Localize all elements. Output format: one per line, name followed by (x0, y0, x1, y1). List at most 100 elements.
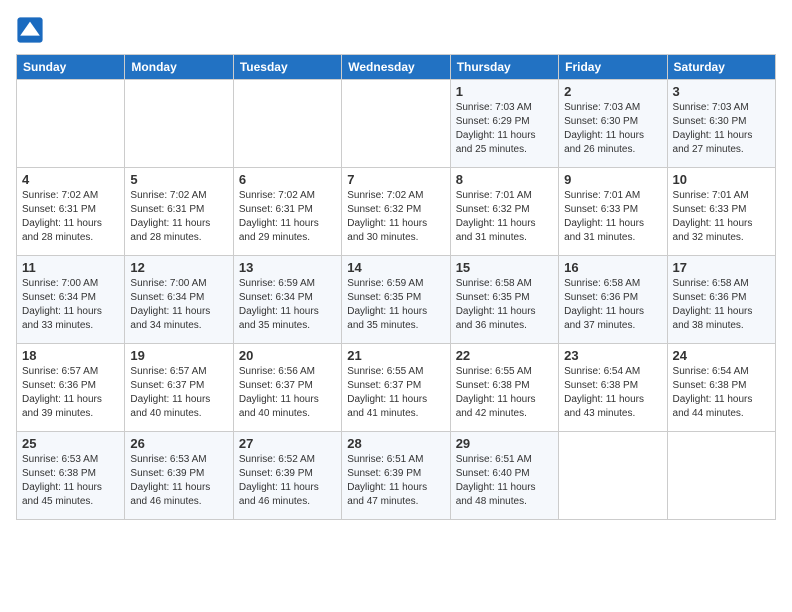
day-header-wednesday: Wednesday (342, 55, 450, 80)
day-number: 22 (456, 348, 553, 363)
day-number: 10 (673, 172, 770, 187)
calendar-cell: 11 Sunrise: 7:00 AM Sunset: 6:34 PM Dayli… (17, 256, 125, 344)
cell-info: Sunrise: 7:03 AM Sunset: 6:29 PM Dayligh… (456, 101, 553, 157)
day-number: 4 (22, 172, 119, 187)
cell-info: Sunrise: 6:58 AM Sunset: 6:36 PM Dayligh… (564, 277, 661, 333)
cell-info: Sunrise: 6:53 AM Sunset: 6:38 PM Dayligh… (22, 453, 119, 509)
day-number: 24 (673, 348, 770, 363)
cell-info: Sunrise: 7:02 AM Sunset: 6:31 PM Dayligh… (22, 189, 119, 245)
day-number: 9 (564, 172, 661, 187)
calendar-cell: 4 Sunrise: 7:02 AM Sunset: 6:31 PM Daylig… (17, 168, 125, 256)
calendar-cell (17, 80, 125, 168)
day-header-sunday: Sunday (17, 55, 125, 80)
calendar-cell: 8 Sunrise: 7:01 AM Sunset: 6:32 PM Daylig… (450, 168, 558, 256)
day-number: 12 (130, 260, 227, 275)
cell-info: Sunrise: 6:55 AM Sunset: 6:37 PM Dayligh… (347, 365, 444, 421)
cell-info: Sunrise: 6:59 AM Sunset: 6:34 PM Dayligh… (239, 277, 336, 333)
calendar-header-row: SundayMondayTuesdayWednesdayThursdayFrid… (17, 55, 776, 80)
day-number: 28 (347, 436, 444, 451)
cell-info: Sunrise: 6:58 AM Sunset: 6:35 PM Dayligh… (456, 277, 553, 333)
day-number: 5 (130, 172, 227, 187)
calendar-cell: 3 Sunrise: 7:03 AM Sunset: 6:30 PM Daylig… (667, 80, 775, 168)
day-number: 27 (239, 436, 336, 451)
day-number: 3 (673, 84, 770, 99)
cell-info: Sunrise: 6:51 AM Sunset: 6:40 PM Dayligh… (456, 453, 553, 509)
day-header-friday: Friday (559, 55, 667, 80)
logo (16, 16, 48, 44)
day-number: 23 (564, 348, 661, 363)
day-number: 26 (130, 436, 227, 451)
logo-icon (16, 16, 44, 44)
calendar-week-0: 1 Sunrise: 7:03 AM Sunset: 6:29 PM Daylig… (17, 80, 776, 168)
calendar-cell: 2 Sunrise: 7:03 AM Sunset: 6:30 PM Daylig… (559, 80, 667, 168)
cell-info: Sunrise: 7:02 AM Sunset: 6:32 PM Dayligh… (347, 189, 444, 245)
calendar-cell: 15 Sunrise: 6:58 AM Sunset: 6:35 PM Dayli… (450, 256, 558, 344)
cell-info: Sunrise: 6:58 AM Sunset: 6:36 PM Dayligh… (673, 277, 770, 333)
calendar-cell (667, 432, 775, 520)
calendar-cell: 27Sunrise: 6:52 AM Sunset: 6:39 PM Dayli… (233, 432, 341, 520)
cell-info: Sunrise: 7:00 AM Sunset: 6:34 PM Dayligh… (22, 277, 119, 333)
calendar-week-1: 4 Sunrise: 7:02 AM Sunset: 6:31 PM Daylig… (17, 168, 776, 256)
calendar-cell: 25Sunrise: 6:53 AM Sunset: 6:38 PM Dayli… (17, 432, 125, 520)
calendar-cell (125, 80, 233, 168)
day-number: 14 (347, 260, 444, 275)
calendar-cell: 20 Sunrise: 6:56 AM Sunset: 6:37 PM Dayli… (233, 344, 341, 432)
cell-info: Sunrise: 7:02 AM Sunset: 6:31 PM Dayligh… (130, 189, 227, 245)
calendar-week-2: 11 Sunrise: 7:00 AM Sunset: 6:34 PM Dayli… (17, 256, 776, 344)
calendar-cell: 29 Sunrise: 6:51 AM Sunset: 6:40 PM Dayli… (450, 432, 558, 520)
calendar-cell: 19Sunrise: 6:57 AM Sunset: 6:37 PM Dayli… (125, 344, 233, 432)
calendar-cell: 1 Sunrise: 7:03 AM Sunset: 6:29 PM Daylig… (450, 80, 558, 168)
calendar-cell: 21 Sunrise: 6:55 AM Sunset: 6:37 PM Dayli… (342, 344, 450, 432)
day-number: 18 (22, 348, 119, 363)
calendar-cell (233, 80, 341, 168)
calendar-cell: 16 Sunrise: 6:58 AM Sunset: 6:36 PM Dayli… (559, 256, 667, 344)
page-header (16, 16, 776, 44)
day-header-monday: Monday (125, 55, 233, 80)
calendar-cell: 17 Sunrise: 6:58 AM Sunset: 6:36 PM Dayli… (667, 256, 775, 344)
calendar-cell: 26 Sunrise: 6:53 AM Sunset: 6:39 PM Dayli… (125, 432, 233, 520)
cell-info: Sunrise: 6:55 AM Sunset: 6:38 PM Dayligh… (456, 365, 553, 421)
day-number: 2 (564, 84, 661, 99)
day-number: 13 (239, 260, 336, 275)
day-number: 20 (239, 348, 336, 363)
day-number: 16 (564, 260, 661, 275)
cell-info: Sunrise: 6:57 AM Sunset: 6:37 PM Dayligh… (130, 365, 227, 421)
day-number: 1 (456, 84, 553, 99)
calendar-cell: 24Sunrise: 6:54 AM Sunset: 6:38 PM Dayli… (667, 344, 775, 432)
cell-info: Sunrise: 6:56 AM Sunset: 6:37 PM Dayligh… (239, 365, 336, 421)
day-number: 6 (239, 172, 336, 187)
calendar-cell: 12Sunrise: 7:00 AM Sunset: 6:34 PM Dayli… (125, 256, 233, 344)
calendar-body: 1 Sunrise: 7:03 AM Sunset: 6:29 PM Daylig… (17, 80, 776, 520)
calendar-cell (559, 432, 667, 520)
calendar-table: SundayMondayTuesdayWednesdayThursdayFrid… (16, 54, 776, 520)
cell-info: Sunrise: 7:01 AM Sunset: 6:33 PM Dayligh… (564, 189, 661, 245)
calendar-cell: 23 Sunrise: 6:54 AM Sunset: 6:38 PM Dayli… (559, 344, 667, 432)
calendar-cell: 10 Sunrise: 7:01 AM Sunset: 6:33 PM Dayli… (667, 168, 775, 256)
calendar-cell (342, 80, 450, 168)
calendar-cell: 22 Sunrise: 6:55 AM Sunset: 6:38 PM Dayli… (450, 344, 558, 432)
day-number: 29 (456, 436, 553, 451)
day-header-saturday: Saturday (667, 55, 775, 80)
day-header-thursday: Thursday (450, 55, 558, 80)
day-number: 21 (347, 348, 444, 363)
calendar-cell: 14 Sunrise: 6:59 AM Sunset: 6:35 PM Dayli… (342, 256, 450, 344)
cell-info: Sunrise: 6:53 AM Sunset: 6:39 PM Dayligh… (130, 453, 227, 509)
day-number: 17 (673, 260, 770, 275)
cell-info: Sunrise: 6:59 AM Sunset: 6:35 PM Dayligh… (347, 277, 444, 333)
calendar-week-4: 25Sunrise: 6:53 AM Sunset: 6:38 PM Dayli… (17, 432, 776, 520)
calendar-cell: 13 Sunrise: 6:59 AM Sunset: 6:34 PM Dayli… (233, 256, 341, 344)
calendar-cell: 5 Sunrise: 7:02 AM Sunset: 6:31 PM Daylig… (125, 168, 233, 256)
calendar-cell: 9 Sunrise: 7:01 AM Sunset: 6:33 PM Daylig… (559, 168, 667, 256)
day-number: 15 (456, 260, 553, 275)
calendar-cell: 7Sunrise: 7:02 AM Sunset: 6:32 PM Daylig… (342, 168, 450, 256)
cell-info: Sunrise: 7:01 AM Sunset: 6:32 PM Dayligh… (456, 189, 553, 245)
cell-info: Sunrise: 7:03 AM Sunset: 6:30 PM Dayligh… (564, 101, 661, 157)
day-number: 11 (22, 260, 119, 275)
calendar-cell: 28Sunrise: 6:51 AM Sunset: 6:39 PM Dayli… (342, 432, 450, 520)
calendar-cell: 18 Sunrise: 6:57 AM Sunset: 6:36 PM Dayli… (17, 344, 125, 432)
cell-info: Sunrise: 7:01 AM Sunset: 6:33 PM Dayligh… (673, 189, 770, 245)
cell-info: Sunrise: 6:57 AM Sunset: 6:36 PM Dayligh… (22, 365, 119, 421)
day-number: 8 (456, 172, 553, 187)
cell-info: Sunrise: 6:54 AM Sunset: 6:38 PM Dayligh… (564, 365, 661, 421)
cell-info: Sunrise: 7:03 AM Sunset: 6:30 PM Dayligh… (673, 101, 770, 157)
